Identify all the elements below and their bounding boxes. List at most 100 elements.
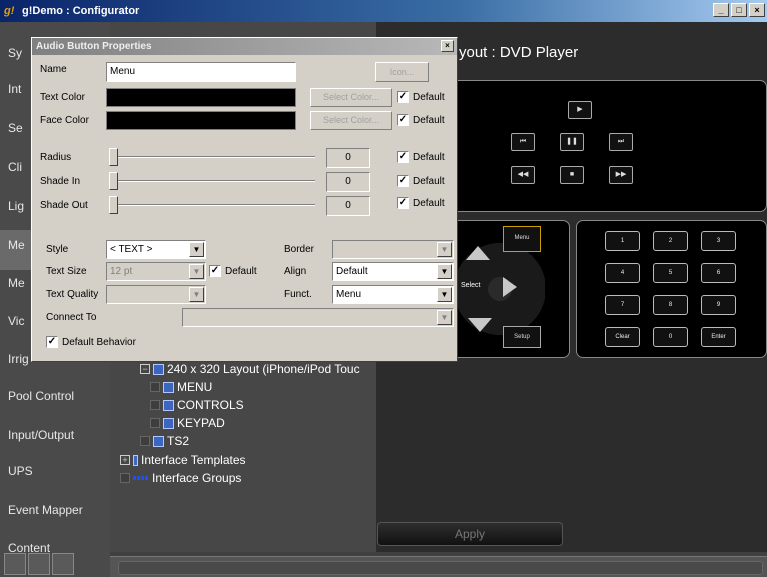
- sidebar-item-irrigation[interactable]: Irrig: [8, 352, 29, 366]
- chevron-down-icon[interactable]: ▼: [189, 242, 204, 257]
- style-select[interactable]: < TEXT > ▼: [106, 240, 206, 259]
- key-6[interactable]: 6: [701, 263, 736, 283]
- tree-item[interactable]: KEYPAD: [150, 416, 225, 430]
- minimize-button[interactable]: _: [713, 3, 729, 17]
- transport-panel: [445, 80, 767, 212]
- right-arrow-icon[interactable]: [503, 277, 517, 297]
- text-color-swatch[interactable]: [106, 88, 296, 107]
- status-field: [118, 561, 763, 575]
- key-4[interactable]: 4: [605, 263, 640, 283]
- apply-button[interactable]: Apply: [377, 522, 563, 546]
- chevron-down-icon[interactable]: ▼: [189, 287, 204, 302]
- shade-out-slider[interactable]: [109, 196, 315, 214]
- tree-item[interactable]: Interface Groups: [120, 471, 241, 485]
- chevron-down-icon[interactable]: ▼: [189, 264, 204, 279]
- tree-item[interactable]: TS2: [140, 434, 189, 448]
- menu-button[interactable]: Menu: [503, 226, 541, 252]
- tool-button-3[interactable]: [52, 553, 74, 575]
- tool-button-1[interactable]: [4, 553, 26, 575]
- sidebar-item-pool-control[interactable]: Pool Control: [8, 389, 74, 403]
- tree-item[interactable]: − 240 x 320 Layout (iPhone/iPod Touc: [140, 362, 360, 376]
- chevron-down-icon[interactable]: ▼: [437, 264, 452, 279]
- tree-item[interactable]: CONTROLS: [150, 398, 244, 412]
- close-icon[interactable]: ×: [441, 40, 454, 52]
- fast-forward-button[interactable]: ▶▶: [609, 166, 633, 184]
- text-select-color-button[interactable]: Select Color...: [310, 88, 392, 107]
- tool-button-2[interactable]: [28, 553, 50, 575]
- key-3[interactable]: 3: [701, 231, 736, 251]
- face-color-swatch[interactable]: [106, 111, 296, 130]
- key-8[interactable]: 8: [653, 295, 688, 315]
- previous-button[interactable]: ⏮: [511, 133, 535, 151]
- key-9[interactable]: 9: [701, 295, 736, 315]
- sidebar-item-video[interactable]: Vic: [8, 314, 24, 328]
- next-button[interactable]: ⏭: [609, 133, 633, 151]
- close-window-button[interactable]: ×: [749, 3, 765, 17]
- radius-default-checkbox[interactable]: ✓ Default: [397, 151, 445, 163]
- default-behavior-checkbox[interactable]: ✓ Default Behavior: [46, 336, 136, 348]
- rewind-button[interactable]: ◀◀: [511, 166, 535, 184]
- sidebar-item-lighting[interactable]: Lig: [8, 199, 24, 213]
- key-clear[interactable]: Clear: [605, 327, 640, 347]
- select-button[interactable]: Select: [461, 282, 480, 289]
- radius-slider[interactable]: [109, 148, 315, 166]
- slider-thumb[interactable]: [109, 196, 118, 214]
- key-2[interactable]: 2: [653, 231, 688, 251]
- pause-button[interactable]: ❚❚: [560, 133, 584, 151]
- shade-out-label: Shade Out: [40, 200, 88, 211]
- sidebar-item-security[interactable]: Se: [8, 121, 23, 135]
- face-color-default-checkbox[interactable]: ✓ Default: [397, 114, 445, 126]
- shade-in-default-checkbox[interactable]: ✓ Default: [397, 175, 445, 187]
- shade-in-slider[interactable]: [109, 172, 315, 190]
- sidebar-item-input-output[interactable]: Input/Output: [8, 428, 74, 442]
- tree-checkbox[interactable]: [120, 473, 130, 483]
- key-5[interactable]: 5: [653, 263, 688, 283]
- tree-checkbox[interactable]: [140, 436, 150, 446]
- collapse-icon[interactable]: −: [140, 364, 150, 374]
- setup-button[interactable]: Setup: [503, 326, 541, 348]
- sidebar-item-event-mapper[interactable]: Event Mapper: [8, 503, 83, 517]
- tree-checkbox[interactable]: [150, 418, 160, 428]
- sidebar-item-ups[interactable]: UPS: [8, 464, 33, 478]
- tree-checkbox[interactable]: [150, 382, 160, 392]
- chevron-down-icon[interactable]: ▼: [437, 310, 452, 325]
- sidebar-item-media[interactable]: Me: [8, 238, 25, 252]
- icon-button[interactable]: Icon...: [375, 62, 429, 82]
- shade-out-default-checkbox[interactable]: ✓ Default: [397, 197, 445, 209]
- sidebar-item-climate[interactable]: Cli: [8, 160, 22, 174]
- chevron-down-icon[interactable]: ▼: [437, 242, 452, 257]
- maximize-button[interactable]: □: [731, 3, 747, 17]
- key-enter[interactable]: Enter: [701, 327, 736, 347]
- slider-thumb[interactable]: [109, 148, 118, 166]
- down-arrow-icon[interactable]: [468, 318, 492, 332]
- sidebar-item-media-2[interactable]: Me: [8, 276, 25, 290]
- shade-in-value[interactable]: 0: [326, 172, 370, 192]
- stop-button[interactable]: ■: [560, 166, 584, 184]
- key-1[interactable]: 1: [605, 231, 640, 251]
- name-input[interactable]: Menu: [106, 62, 296, 82]
- tree-item[interactable]: MENU: [150, 380, 212, 394]
- radius-value[interactable]: 0: [326, 148, 370, 168]
- up-arrow-icon[interactable]: [466, 246, 490, 260]
- connect-to-select[interactable]: ▼: [182, 308, 454, 327]
- text-color-default-checkbox[interactable]: ✓ Default: [397, 91, 445, 103]
- expand-icon[interactable]: +: [120, 455, 130, 465]
- tree-checkbox[interactable]: [150, 400, 160, 410]
- checkmark-icon: ✓: [397, 114, 409, 126]
- border-select[interactable]: ▼: [332, 240, 454, 259]
- chevron-down-icon[interactable]: ▼: [437, 287, 452, 302]
- tree-item[interactable]: + Interface Templates: [120, 453, 246, 467]
- text-quality-select[interactable]: ▼: [106, 285, 206, 304]
- funct-select[interactable]: Menu ▼: [332, 285, 454, 304]
- shade-out-value[interactable]: 0: [326, 196, 370, 216]
- align-select[interactable]: Default ▼: [332, 262, 454, 281]
- face-select-color-button[interactable]: Select Color...: [310, 111, 392, 130]
- sidebar-item-interfaces[interactable]: Int: [8, 82, 21, 96]
- key-0[interactable]: 0: [653, 327, 688, 347]
- key-7[interactable]: 7: [605, 295, 640, 315]
- sidebar-item-system[interactable]: Sy: [8, 46, 22, 60]
- text-size-default-checkbox[interactable]: ✓ Default: [209, 265, 257, 277]
- play-button[interactable]: ▶: [568, 101, 592, 119]
- text-size-select[interactable]: 12 pt ▼: [106, 262, 206, 281]
- slider-thumb[interactable]: [109, 172, 118, 190]
